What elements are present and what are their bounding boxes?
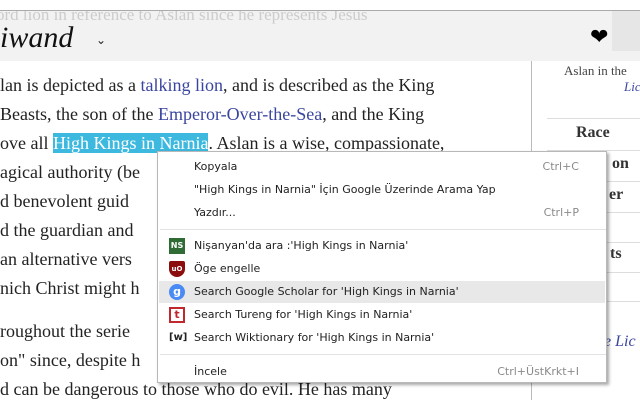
infobox-label: er [609, 186, 624, 203]
infobox-label: on [612, 155, 629, 172]
menu-item-google-search[interactable]: "High Kings in Narnia" İçin Google Üzeri… [159, 179, 605, 201]
menu-item-copy[interactable]: Kopyala Ctrl+C [159, 156, 605, 178]
link-talking-lion[interactable]: talking lion [140, 75, 223, 95]
article-line: Beasts, the son of the Emperor-Over-the-… [0, 104, 425, 124]
menu-item-google-scholar[interactable]: g Search Google Scholar for 'High Kings i… [159, 281, 605, 303]
chevron-down-icon[interactable]: ⌄ [96, 33, 106, 47]
infobox-caption-link[interactable]: Lic [624, 79, 640, 95]
infobox-label: ts [610, 245, 622, 262]
site-logo[interactable]: iwand [0, 21, 73, 55]
menu-separator [160, 229, 606, 230]
header-image [612, 11, 640, 51]
menu-item-nisanyan[interactable]: NS Nişanyan'da ara :'High Kings in Narnia… [159, 235, 605, 257]
context-menu: Kopyala Ctrl+C "High Kings in Narnia" İçi… [157, 151, 607, 383]
menu-item-wiktionary[interactable]: [w] Search Wiktionary for 'High Kings in … [159, 327, 605, 349]
menu-item-inspect[interactable]: İncele Ctrl+ÜstKrkt+I [159, 361, 605, 383]
menu-item-tureng[interactable]: t Search Tureng for 'High Kings in Narnia… [159, 304, 605, 326]
infobox-divider [547, 118, 640, 119]
tureng-icon: t [169, 307, 185, 323]
ublock-icon: uO [169, 261, 185, 277]
menu-item-print[interactable]: Yazdır... Ctrl+P [159, 202, 605, 224]
infobox-link[interactable]: e Lic [604, 333, 636, 351]
google-scholar-icon: g [169, 284, 185, 300]
article-line: lan is depicted as a talking lion, and i… [0, 75, 435, 95]
menu-separator [160, 354, 606, 355]
nisanyan-icon: NS [169, 238, 185, 254]
browser-top-edge [0, 0, 640, 11]
link-emperor[interactable]: Emperor-Over-the-Sea [158, 104, 322, 124]
menu-item-block-element[interactable]: uO Öge engelle [159, 258, 605, 280]
infobox-caption: Aslan in the [564, 63, 627, 78]
page-header: ord lion in reference to Aslan since he … [0, 11, 640, 61]
selected-text[interactable]: High Kings in Narnia [52, 133, 209, 153]
heart-icon[interactable]: ❤ [590, 25, 608, 50]
wiktionary-icon: [w] [169, 332, 188, 343]
infobox-label-race: Race [576, 124, 610, 141]
